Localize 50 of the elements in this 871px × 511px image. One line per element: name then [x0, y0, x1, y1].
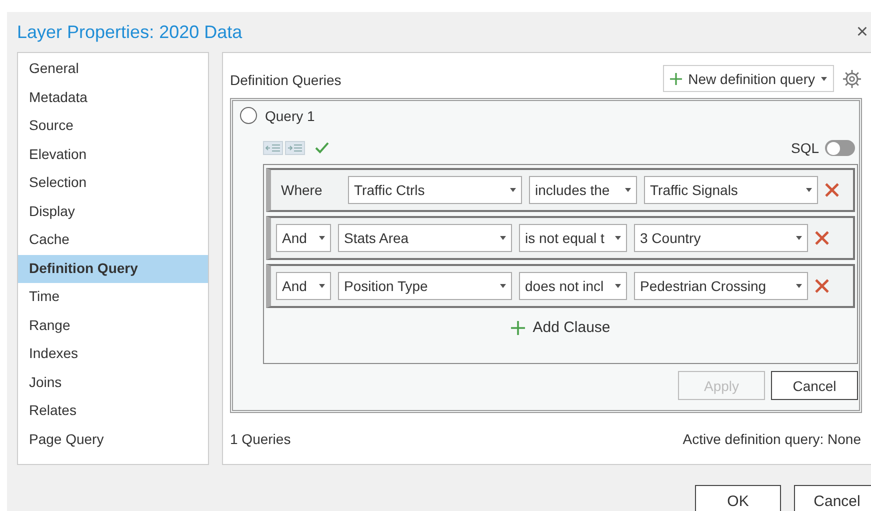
sidebar-item[interactable]: Joins	[18, 368, 208, 397]
sidebar-item[interactable]: Selection	[18, 169, 208, 198]
operator-dropdown[interactable]: includes the	[529, 176, 637, 204]
sql-label: SQL	[790, 140, 819, 156]
checkmark-icon	[315, 142, 329, 154]
sidebar-item[interactable]: Time	[18, 283, 208, 312]
close-icon[interactable]	[815, 279, 829, 293]
plus-icon	[670, 72, 682, 84]
plus-icon	[510, 320, 525, 334]
window-title: Layer Properties: 2020 Data	[17, 22, 242, 42]
new-query-button[interactable]: New definition query	[663, 65, 834, 92]
sidebar-item[interactable]: General	[18, 55, 208, 84]
radio-button[interactable]	[240, 107, 257, 124]
sidebar-item[interactable]: Relates	[18, 397, 208, 426]
sidebar-item[interactable]: Elevation	[18, 140, 208, 169]
indent-icon[interactable]	[285, 141, 305, 155]
sidebar-item[interactable]: Display	[18, 198, 208, 226]
value-dropdown[interactable]: Pedestrian Crossing	[634, 272, 808, 300]
sidebar-item[interactable]: Source	[18, 112, 208, 140]
active-query-status: Active definition query: None	[682, 431, 861, 447]
cancel-button[interactable]: Cancel	[771, 371, 858, 400]
query-count: 1 Queries	[230, 431, 291, 447]
query-name: Query 1	[265, 108, 315, 124]
sql-toggle[interactable]	[825, 140, 855, 156]
outdent-icon[interactable]	[263, 141, 283, 155]
value-dropdown[interactable]: 3 Country	[634, 224, 808, 252]
connector-dropdown[interactable]: And	[276, 272, 331, 300]
sidebar-item[interactable]: Cache	[18, 226, 208, 254]
dialog-button[interactable]: OK	[695, 485, 781, 511]
sidebar-item[interactable]: Page Query	[18, 426, 208, 454]
connector-dropdown[interactable]: And	[276, 224, 331, 252]
close-button[interactable]: ×	[856, 20, 871, 44]
section-heading: Definition Queries	[230, 72, 342, 88]
caret-icon	[821, 76, 827, 80]
close-icon[interactable]	[815, 231, 829, 245]
sidebar-item[interactable]: Metadata	[18, 84, 208, 112]
operator-dropdown[interactable]: does not incl	[519, 272, 627, 300]
clause-connector: Where	[280, 182, 324, 198]
value-dropdown[interactable]: Traffic Signals	[644, 176, 818, 204]
field-dropdown[interactable]: Traffic Ctrls	[348, 176, 522, 204]
settings-icon[interactable]	[842, 68, 862, 88]
dialog-button[interactable]: Cancel	[794, 485, 871, 511]
add-clause-button[interactable]: Add Clause	[504, 318, 616, 337]
field-dropdown[interactable]: Stats Area	[338, 224, 512, 252]
sidebar-item[interactable]: Indexes	[18, 340, 208, 368]
field-dropdown[interactable]: Position Type	[338, 272, 512, 300]
sidebar-item[interactable]: Range	[18, 312, 208, 340]
sidebar-item[interactable]: Definition Query	[18, 254, 208, 283]
operator-dropdown[interactable]: is not equal t	[519, 224, 627, 252]
close-icon[interactable]	[825, 183, 839, 197]
